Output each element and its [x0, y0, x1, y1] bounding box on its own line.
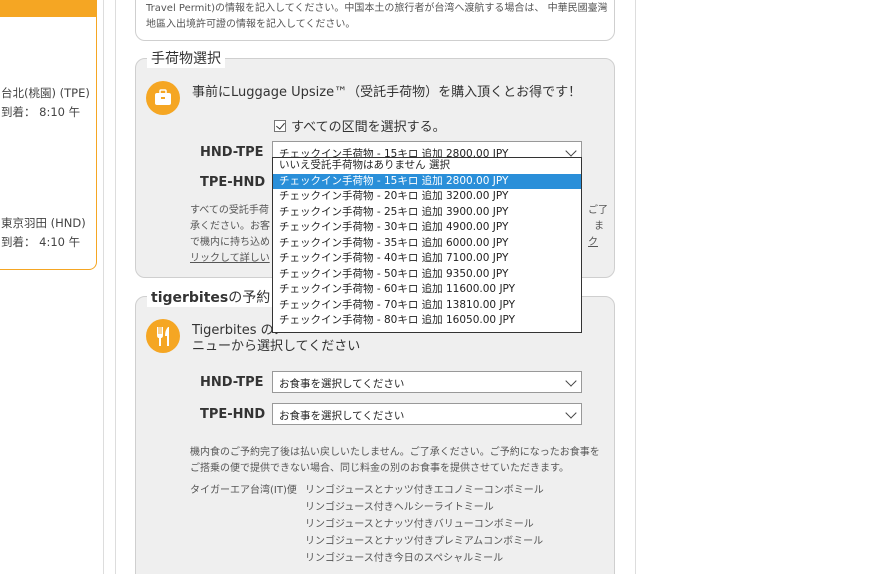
meals-note-line2: ご搭乗の便で提供できない場合、同じ料金の別のお食事を提供させていただきます。 — [190, 463, 569, 474]
menu-item: リンゴジュース付きヘルシーライトミール — [305, 502, 494, 513]
meals-note-line1: 機内食のご予約完了後は払い戻しいたしません。ご了承ください。ご予約になったお食事… — [190, 447, 600, 458]
select-all-label: すべての区間を選択する。 — [291, 120, 446, 135]
dropdown-option[interactable]: チェックイン手荷物 - 20キロ 追加 3200.00 JPY — [273, 189, 581, 205]
select-all-row[interactable]: すべての区間を選択する。 — [274, 116, 446, 135]
column-divider-right — [635, 0, 636, 574]
column-divider-left — [103, 0, 104, 574]
dropdown-option[interactable]: チェックイン手荷物 - 25キロ 追加 3900.00 JPY — [273, 205, 581, 221]
menu-item: リンゴジュースとナッツ付きエコノミーコンボミール — [305, 485, 544, 496]
column-divider-inner — [115, 0, 116, 574]
dropdown-option-selected[interactable]: チェックイン手荷物 - 15キロ 追加 2800.00 JPY — [273, 173, 581, 189]
baggage-legend: 手荷物選択 — [147, 48, 225, 68]
baggage-note-line3: で機内に持ち込め — [190, 237, 270, 248]
menu-item: リンゴジュースとナッツ付きプレミアムコンボミール — [305, 536, 544, 547]
baggage-note-line3-end[interactable]: ク — [588, 235, 598, 251]
meal-select-2[interactable]: お食事を選択してください — [272, 403, 582, 425]
travel-permit-line2: 地區入出境許可證の情報を記入してください。 — [146, 19, 356, 30]
travel-permit-box: Travel Permit)の情報を記入してください。中国本土の旅行者が台湾へ渡… — [135, 0, 615, 41]
meals-airline-label: タイガーエア台湾(IT)便 — [190, 485, 297, 496]
baggage-route-1: HND-TPE — [200, 145, 264, 160]
leg1-from: 台北(桃園) (TPE) — [1, 86, 90, 100]
itinerary-card: 台北(桃園) (TPE) 到着： 8:10 午 東京羽田 (HND) 到着： 4… — [0, 0, 97, 270]
meal-select-1-value: お食事を選択してください — [279, 378, 405, 390]
meals-legend-brand: tigerbites — [151, 290, 229, 306]
dropdown-option[interactable]: いいえ受託手荷物はありません 選択 — [273, 158, 581, 174]
meal-route-1: HND-TPE — [200, 375, 264, 390]
dropdown-option[interactable]: チェックイン手荷物 - 30キロ 追加 4900.00 JPY — [273, 220, 581, 236]
chevron-down-icon — [565, 145, 577, 157]
meals-legend: tigerbitesの予約 — [147, 287, 275, 307]
leg2-from: 東京羽田 (HND) — [1, 216, 86, 230]
dropdown-option[interactable]: チェックイン手荷物 - 80キロ 追加 16050.00 JPY — [273, 313, 581, 329]
dropdown-option[interactable]: チェックイン手荷物 - 60キロ 追加 11600.00 JPY — [273, 282, 581, 298]
dropdown-option[interactable]: チェックイン手荷物 - 50キロ 追加 9350.00 JPY — [273, 267, 581, 283]
chevron-down-icon — [565, 407, 577, 419]
dropdown-option[interactable]: チェックイン手荷物 - 70キロ 追加 13810.00 JPY — [273, 298, 581, 314]
baggage-details-link[interactable]: リックして詳しい — [190, 251, 270, 267]
baggage-note-line2: 承ください。お客 — [190, 221, 270, 232]
baggage-note-line1-end: ご了 — [588, 205, 608, 216]
dropdown-option[interactable]: チェックイン手荷物 - 35キロ 追加 6000.00 JPY — [273, 236, 581, 252]
luggage-icon — [146, 81, 180, 115]
meals-section: Tigerbites のメ ニューから選択してください HND-TPE お食事を… — [135, 296, 615, 574]
travel-permit-line1: Travel Permit)の情報を記入してください。中国本土の旅行者が台湾へ渡… — [146, 3, 608, 14]
luggage-promo-text: 事前にLuggage Upsize™（受託手荷物）を購入頂くとお得です！ — [192, 85, 582, 100]
baggage-route-2: TPE-HND — [200, 175, 266, 190]
cutlery-icon — [146, 319, 180, 353]
menu-item: リンゴジュースとナッツ付きバリューコンボミール — [305, 519, 534, 530]
meal-route-2: TPE-HND — [200, 407, 266, 422]
leg2-arrival: 到着： 4:10 午 — [1, 235, 81, 249]
dropdown-option[interactable]: チェックイン手荷物 - 40キロ 追加 7100.00 JPY — [273, 251, 581, 267]
leg1-arrival: 到着： 8:10 午 — [1, 105, 81, 119]
itinerary-header-bar — [0, 0, 96, 17]
meals-intro-line2: ニューから選択してください — [192, 339, 361, 354]
meal-select-2-value: お食事を選択してください — [279, 410, 405, 422]
baggage-note-line1: すべての受託手荷 — [190, 205, 269, 216]
meal-select-1[interactable]: お食事を選択してください — [272, 371, 582, 393]
baggage-dropdown-list[interactable]: いいえ受託手荷物はありません 選択 チェックイン手荷物 - 15キロ 追加 28… — [272, 157, 582, 333]
baggage-note-line2-end: ま — [594, 221, 604, 232]
meals-legend-rest: の予約 — [228, 290, 271, 306]
chevron-down-icon — [565, 375, 577, 387]
select-all-checkbox[interactable] — [274, 119, 286, 132]
menu-item: リンゴジュース付き今日のスペシャルミール — [305, 553, 504, 564]
